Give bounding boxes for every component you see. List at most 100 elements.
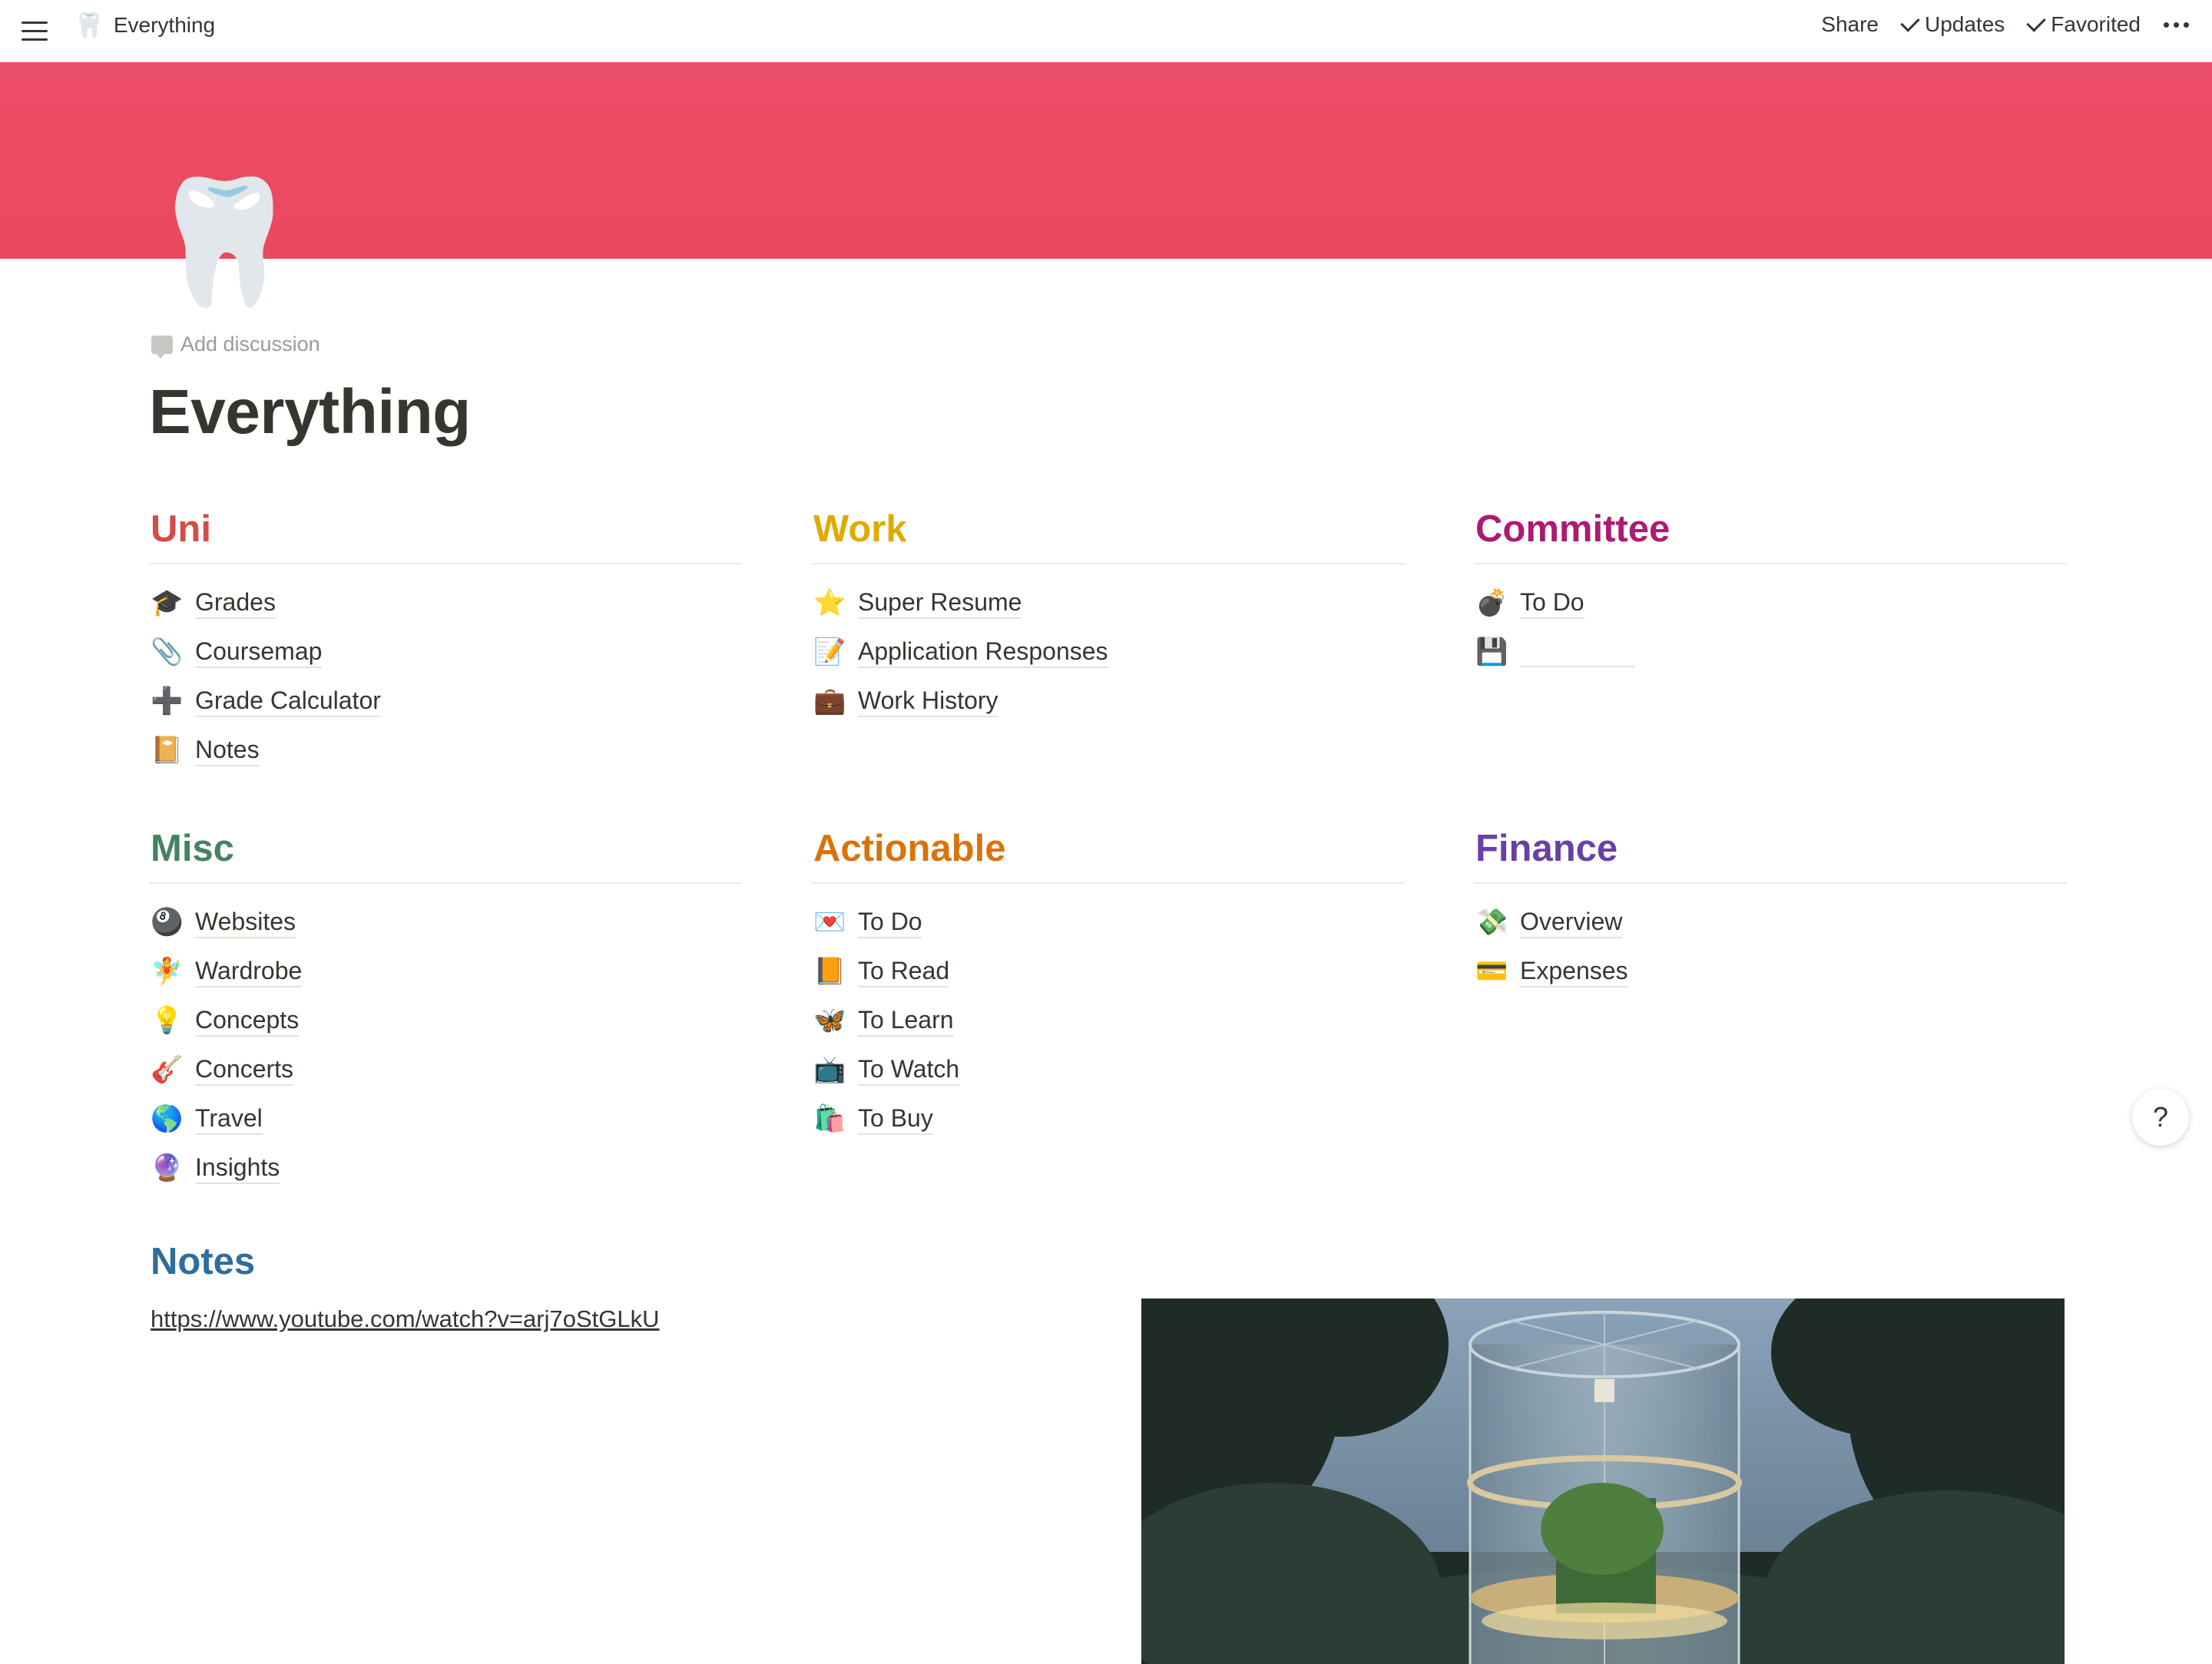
page-link-label: Insights — [195, 1153, 280, 1184]
more-options-icon[interactable] — [2164, 22, 2189, 28]
section-title-work: Work — [813, 508, 907, 550]
tooth-icon: 🦷 — [74, 12, 104, 39]
page-emoji-icon: 💳 — [1475, 957, 1508, 986]
page-emoji-icon: 📔 — [151, 736, 184, 765]
add-discussion-label: Add discussion — [180, 332, 320, 356]
page-emoji-icon: 💣 — [1475, 588, 1508, 617]
section-uni: Uni 🎓 Grades 📎 Coursemap ➕ Grade Calculator 📔 N… — [149, 503, 742, 775]
page-link-uni-1[interactable]: 📎 Coursemap — [149, 627, 742, 677]
page-link-work-0[interactable]: ⭐ Super Resume — [812, 578, 1405, 627]
help-button[interactable]: ? — [2132, 1089, 2189, 1146]
top-bar: 🦷 Everything Share Updates Favorited — [0, 0, 2212, 62]
glass-house-illustration — [1141, 1298, 2065, 1664]
page-link-label: To Do — [858, 907, 922, 938]
page-link-label: To Learn — [858, 1005, 954, 1037]
page-link-label: Websites — [195, 907, 296, 938]
page-link-misc-3[interactable]: 🎸 Concerts — [149, 1045, 742, 1094]
page-link-work-2[interactable]: 💼 Work History — [812, 677, 1405, 726]
page-link-uni-2[interactable]: ➕ Grade Calculator — [149, 677, 742, 726]
page-emoji-icon: 📺 — [813, 1055, 846, 1084]
page-link-label: Grades — [195, 587, 276, 619]
check-icon — [1900, 12, 1920, 32]
page-emoji-icon: 💌 — [813, 908, 846, 937]
page-link-label: Coursemap — [195, 637, 323, 668]
page-emoji-icon: 💼 — [813, 686, 846, 716]
divider — [149, 882, 742, 884]
page-emoji-icon: 💸 — [1475, 908, 1508, 937]
page-emoji-icon: 🔮 — [151, 1153, 184, 1183]
page-link-misc-0[interactable]: 🎱 Websites — [149, 898, 742, 947]
page-link-committee-1[interactable]: 💾 — [1474, 627, 2067, 677]
section-misc: Misc 🎱 Websites 🧚 Wardrobe 💡 Concepts 🎸 Concert… — [149, 822, 742, 1193]
sidebar-toggle-icon[interactable] — [22, 15, 52, 46]
page-emoji-icon: ⭐ — [813, 588, 846, 617]
tooth-icon[interactable]: 🦷 — [147, 180, 300, 319]
page-link-label — [1520, 637, 1635, 667]
page-link-actionable-2[interactable]: 🦋 To Learn — [812, 996, 1405, 1045]
page-link-label: Wardrobe — [195, 956, 303, 987]
page-emoji-icon: 🎸 — [151, 1055, 184, 1084]
page-link-misc-2[interactable]: 💡 Concepts — [149, 996, 742, 1045]
divider — [149, 563, 742, 564]
page-emoji-icon: 💾 — [1475, 637, 1508, 667]
page-link-label: To Read — [858, 956, 950, 987]
breadcrumb[interactable]: 🦷 Everything — [74, 13, 215, 38]
page-link-finance-1[interactable]: 💳 Expenses — [1474, 947, 2067, 996]
section-title-misc: Misc — [151, 828, 234, 869]
divider — [1474, 882, 2067, 884]
page-link-finance-0[interactable]: 💸 Overview — [1474, 898, 2067, 947]
section-title-committee: Committee — [1475, 508, 1671, 550]
add-discussion-button[interactable]: Add discussion — [151, 332, 320, 359]
section-title-actionable: Actionable — [813, 828, 1006, 869]
page-link-actionable-1[interactable]: 📙 To Read — [812, 947, 1405, 996]
share-label: Share — [1821, 12, 1879, 36]
page-link-work-1[interactable]: 📝 Application Responses — [812, 627, 1405, 677]
page-emoji-icon: 🧚 — [151, 957, 184, 986]
page-link-uni-0[interactable]: 🎓 Grades — [149, 578, 742, 627]
page-emoji-icon: 🎱 — [151, 908, 184, 937]
page-cover — [0, 62, 2212, 259]
section-title-finance: Finance — [1475, 828, 1618, 869]
page-emoji-icon: 📎 — [151, 637, 184, 667]
page-link-label: To Do — [1520, 587, 1584, 619]
notes-heading: Notes — [151, 1241, 256, 1282]
section-finance: Finance 💸 Overview 💳 Expenses — [1474, 822, 2067, 996]
divider — [1474, 563, 2067, 564]
page-link-label: Super Resume — [858, 587, 1022, 619]
page-link-label: To Buy — [858, 1103, 933, 1135]
page-link-label: Overview — [1520, 907, 1623, 938]
page-link-committee-0[interactable]: 💣 To Do — [1474, 578, 2067, 627]
page-emoji-icon: 🌎 — [151, 1104, 184, 1133]
page-link-actionable-4[interactable]: 🛍️ To Buy — [812, 1094, 1405, 1143]
section-actionable: Actionable 💌 To Do 📙 To Read 🦋 To Learn 📺 To Wa… — [812, 822, 1405, 1143]
page-emoji-icon: ➕ — [151, 686, 184, 716]
page-link-misc-1[interactable]: 🧚 Wardrobe — [149, 947, 742, 996]
page-title: Everything — [149, 377, 471, 447]
comment-icon — [151, 335, 173, 359]
page-link-misc-5[interactable]: 🔮 Insights — [149, 1143, 742, 1193]
updates-label: Updates — [1924, 12, 2005, 36]
page-emoji-icon: 🛍️ — [813, 1104, 846, 1133]
section-title-uni: Uni — [151, 508, 211, 550]
page-link-label: Expenses — [1520, 956, 1628, 987]
page-emoji-icon: 💡 — [151, 1006, 184, 1035]
glass-house-image — [1141, 1298, 2065, 1664]
page-emoji-icon: 🦋 — [813, 1006, 846, 1035]
breadcrumb-title: Everything — [113, 13, 216, 37]
page-link-label: Application Responses — [858, 637, 1108, 668]
page-link-misc-4[interactable]: 🌎 Travel — [149, 1094, 742, 1143]
top-actions: Share Updates Favorited — [1821, 12, 2189, 37]
share-button[interactable]: Share — [1821, 12, 1879, 37]
page-link-label: Work History — [858, 686, 998, 717]
page-link-actionable-3[interactable]: 📺 To Watch — [812, 1045, 1405, 1094]
page-link-label: Concepts — [195, 1005, 300, 1037]
page-link-actionable-0[interactable]: 💌 To Do — [812, 898, 1405, 947]
section-committee: Committee 💣 To Do 💾 — [1474, 503, 2067, 677]
favorited-button[interactable]: Favorited — [2026, 12, 2141, 37]
page-link-uni-3[interactable]: 📔 Notes — [149, 726, 742, 775]
updates-button[interactable]: Updates — [1900, 12, 2005, 37]
notes-link[interactable]: https://www.youtube.com/watch?v=arj7oStG… — [151, 1305, 660, 1333]
divider — [812, 882, 1405, 884]
favorited-label: Favorited — [2051, 12, 2141, 36]
page-link-label: Grade Calculator — [195, 686, 381, 717]
